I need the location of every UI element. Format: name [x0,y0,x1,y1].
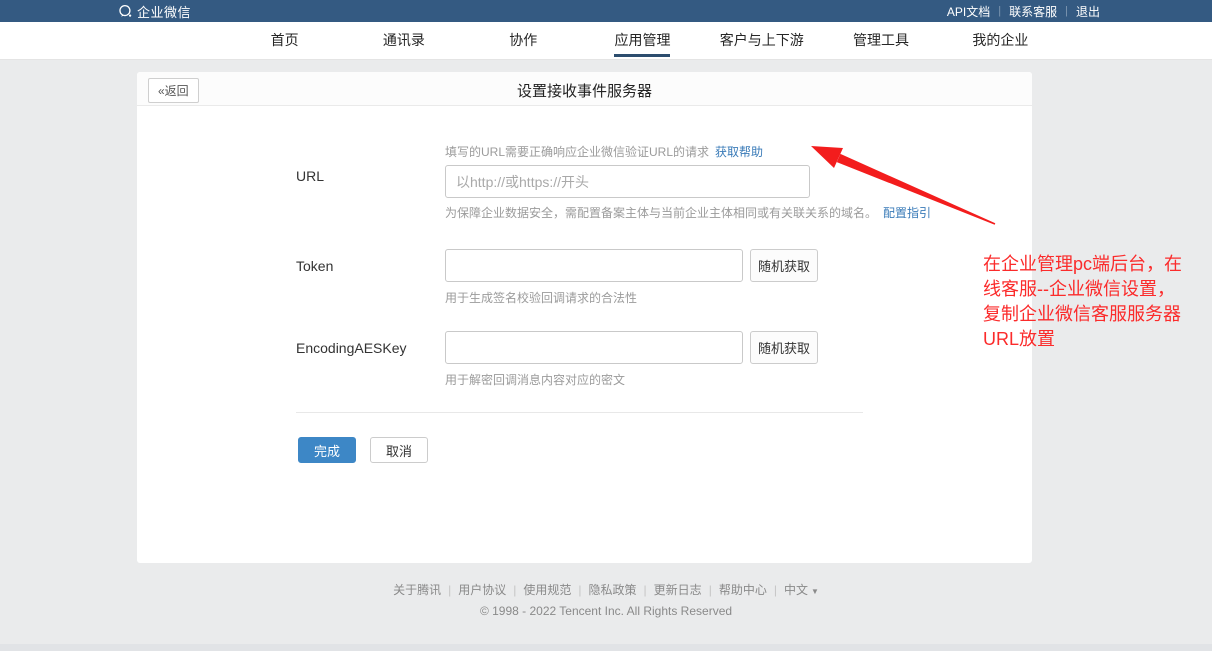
footer-link-privacy[interactable]: 隐私政策 [589,583,637,597]
separator: | [513,583,516,597]
nav-item-contacts[interactable]: 通讯录 [344,22,463,60]
config-guide-link[interactable]: 配置指引 [883,206,931,220]
copyright-text: © 1998 - 2022 Tencent Inc. All Rights Re… [0,604,1212,618]
submit-button[interactable]: 完成 [298,437,356,463]
separator: | [709,583,712,597]
annotation-line: 在企业管理pc端后台，在 [983,252,1212,277]
card-header: «返回 设置接收事件服务器 [137,72,1032,106]
logout-link[interactable]: 退出 [1076,3,1100,20]
chevron-down-icon: ▼ [811,587,819,596]
annotation-line: 线客服--企业微信设置， [983,277,1212,302]
main-nav: 首页 通讯录 协作 应用管理 客户与上下游 管理工具 我的企业 [0,22,1212,60]
aeskey-label: EncodingAESKey [296,340,407,356]
api-docs-link[interactable]: API文档 [947,3,990,20]
nav-item-customers[interactable]: 客户与上下游 [702,22,821,60]
footer-link-about[interactable]: 关于腾讯 [393,583,441,597]
aeskey-tip: 用于解密回调消息内容对应的密文 [445,371,625,388]
separator: | [774,583,777,597]
token-random-button[interactable]: 随机获取 [750,249,818,282]
footer-link-changelog[interactable]: 更新日志 [654,583,702,597]
separator: | [1065,5,1068,17]
nav-item-app-management[interactable]: 应用管理 [583,22,702,60]
url-tip-below-text: 为保障企业数据安全，需配置备案主体与当前企业主体相同或有关联关系的域名。 [445,206,877,220]
settings-card: «返回 设置接收事件服务器 填写的URL需要正确响应企业微信验证URL的请求获取… [137,72,1032,563]
nav-item-admin-tools[interactable]: 管理工具 [821,22,940,60]
contact-support-link[interactable]: 联系客服 [1009,3,1057,20]
annotation-line: 复制企业微信客服服务器 [983,302,1212,327]
nav-item-home[interactable]: 首页 [225,22,344,60]
bottom-strip [0,644,1212,651]
chat-bubble-icon [118,4,133,19]
footer-link-rules[interactable]: 使用规范 [523,583,571,597]
top-bar: 企业微信 API文档 | 联系客服 | 退出 [0,0,1212,22]
url-tip-above: 填写的URL需要正确响应企业微信验证URL的请求获取帮助 [445,143,763,160]
get-help-link[interactable]: 获取帮助 [715,145,763,159]
separator: | [998,5,1001,17]
aeskey-input[interactable] [445,331,743,364]
language-selector[interactable]: 中文▼ [784,583,819,597]
nav-item-collaboration[interactable]: 协作 [464,22,583,60]
separator: | [644,583,647,597]
topbar-links: API文档 | 联系客服 | 退出 [947,0,1100,22]
token-input[interactable] [445,249,743,282]
separator: | [578,583,581,597]
language-label: 中文 [784,583,808,597]
url-input[interactable] [445,165,810,198]
form-divider [296,412,863,413]
separator: | [448,583,451,597]
footer-link-help[interactable]: 帮助中心 [719,583,767,597]
footer-links: 关于腾讯 | 用户协议 | 使用规范 | 隐私政策 | 更新日志 | 帮助中心 | 中文▼ [0,581,1212,598]
url-tip-above-text: 填写的URL需要正确响应企业微信验证URL的请求 [445,145,709,159]
url-label: URL [296,168,324,184]
logo-text: 企业微信 [137,2,191,21]
nav-item-my-company[interactable]: 我的企业 [941,22,1060,60]
page-title: 设置接收事件服务器 [137,80,1032,101]
token-tip: 用于生成签名校验回调请求的合法性 [445,289,637,306]
token-label: Token [296,258,333,274]
url-tip-below: 为保障企业数据安全，需配置备案主体与当前企业主体相同或有关联关系的域名。配置指引 [445,204,931,221]
annotation-note: 在企业管理pc端后台，在 线客服--企业微信设置， 复制企业微信客服服务器 UR… [983,252,1212,352]
footer-link-agreement[interactable]: 用户协议 [458,583,506,597]
footer: 关于腾讯 | 用户协议 | 使用规范 | 隐私政策 | 更新日志 | 帮助中心 | 中文▼ © 1998… [0,581,1212,618]
aeskey-random-button[interactable]: 随机获取 [750,331,818,364]
annotation-line: URL放置 [983,327,1212,352]
wework-logo[interactable]: 企业微信 [118,0,191,22]
cancel-button[interactable]: 取消 [370,437,428,463]
